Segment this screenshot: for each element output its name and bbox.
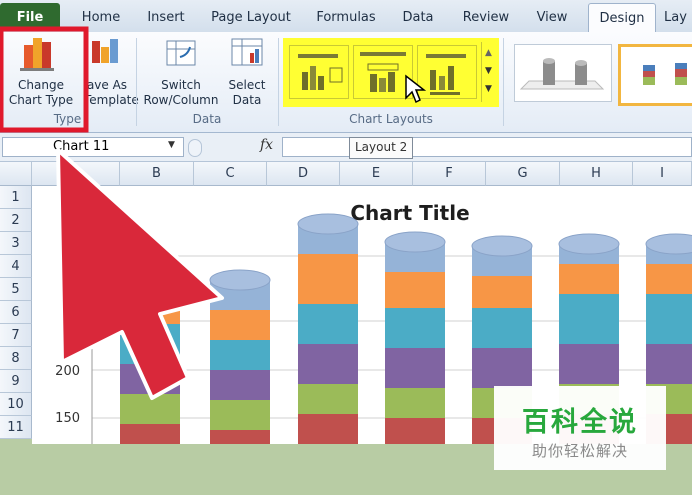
watermark-brand: 百科全说 <box>522 407 638 438</box>
selection-highlight-box <box>0 26 89 133</box>
watermark-tagline: 助你轻松解决 <box>531 442 628 460</box>
big-red-arrow-icon <box>56 148 224 400</box>
